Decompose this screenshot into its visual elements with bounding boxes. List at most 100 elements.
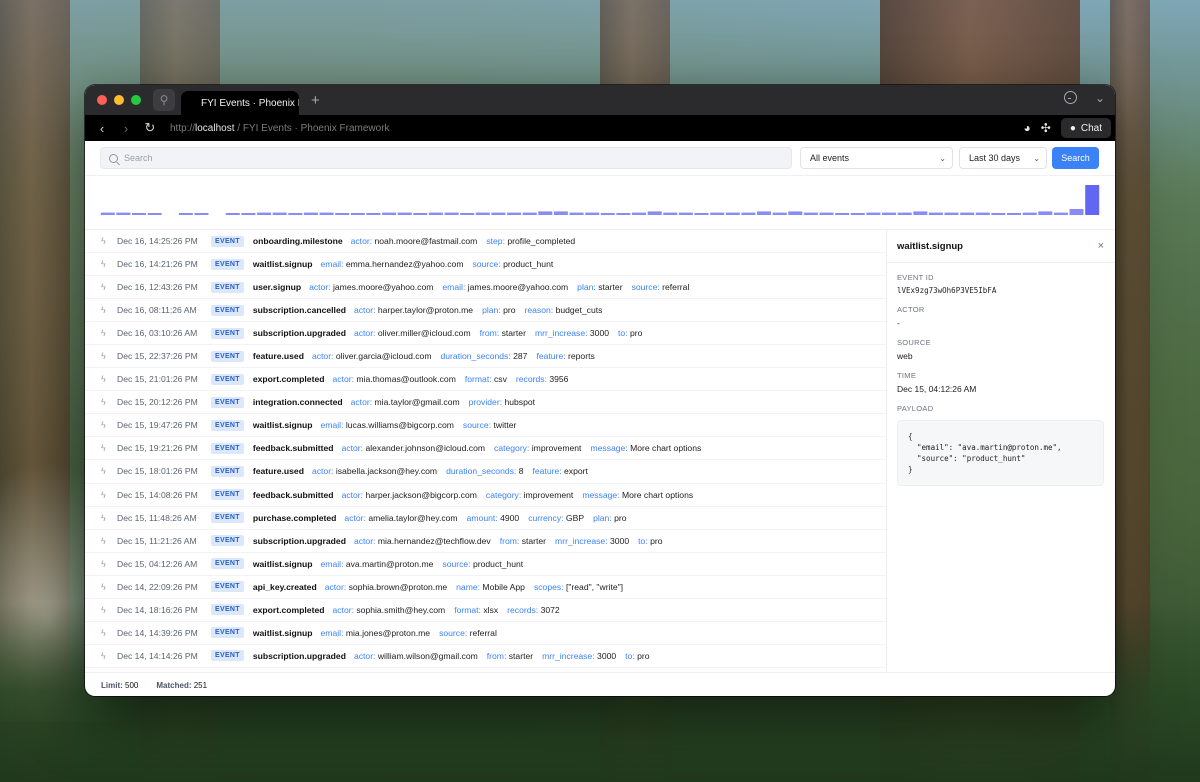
event-row[interactable]: ϟ Dec 15, 14:08:26 PM EVENT feedback.submit… [85,484,886,507]
download-icon[interactable] [1063,91,1077,104]
histogram-bar[interactable] [1085,185,1100,215]
event-row[interactable]: ϟ Dec 15, 11:48:26 AM EVENT purchase.comple… [85,507,886,530]
histogram-bar[interactable] [788,211,803,215]
histogram-bar[interactable] [257,212,272,215]
histogram-bar[interactable] [632,212,646,215]
event-row[interactable]: ϟ Dec 15, 20:12:26 PM EVENT integration.con… [85,391,886,415]
event-row[interactable]: ϟ Dec 15, 11:21:26 AM EVENT subscription.up… [85,530,886,553]
event-row[interactable]: ϟ Dec 16, 14:21:26 PM EVENT waitlist.signup… [85,253,886,277]
histogram-bar[interactable] [663,212,678,215]
histogram-bar[interactable] [866,212,881,215]
event-row[interactable]: ϟ Dec 15, 22:37:26 PM EVENT feature.used act… [85,345,886,369]
event-row[interactable]: ϟ Dec 15, 19:21:26 PM EVENT feedback.submit… [85,437,886,461]
histogram-bar[interactable] [569,212,584,215]
histogram-bar[interactable] [178,213,193,215]
histogram-bar[interactable] [147,213,162,215]
histogram-bar[interactable] [725,212,740,215]
histogram-bar[interactable] [1069,209,1084,215]
event-row[interactable]: ϟ Dec 14, 14:14:26 PM EVENT subscription.up… [85,645,886,668]
histogram-bar[interactable] [616,213,631,215]
histogram-bar[interactable] [100,212,115,215]
histogram-bar[interactable] [491,212,506,215]
event-row[interactable]: ϟ Dec 16, 03:10:26 AM EVENT subscription.up… [85,322,886,346]
histogram-bar[interactable] [819,212,834,215]
histogram-bar[interactable] [475,212,490,215]
histogram-bar[interactable] [1007,213,1021,215]
close-icon[interactable]: × [1098,240,1104,252]
time-range-select[interactable]: Last 30 days ⌄ [959,147,1047,169]
histogram-bar[interactable] [507,212,522,215]
histogram-bar[interactable] [944,212,959,215]
close-window-button[interactable] [97,95,107,105]
event-row[interactable]: ϟ Dec 14, 18:16:26 PM EVENT export.complete… [85,599,886,622]
histogram-bar[interactable] [741,212,756,215]
histogram-bar[interactable] [882,212,896,215]
histogram-bar[interactable] [678,212,693,215]
event-row[interactable]: ϟ Dec 16, 08:11:26 AM EVENT subscription.ca… [85,299,886,323]
histogram-bar[interactable] [366,213,381,215]
reload-icon[interactable]: ↻ [138,120,162,136]
histogram-bar[interactable] [803,212,818,215]
histogram-bar[interactable] [225,213,240,215]
histogram-bar[interactable] [897,212,912,215]
event-row[interactable]: ϟ Dec 15, 04:12:26 AM EVENT waitlist.signup… [85,553,886,576]
histogram-bar[interactable] [413,213,428,215]
histogram-bar[interactable] [710,212,725,215]
histogram-bar[interactable] [522,212,537,215]
forward-icon[interactable]: › [114,121,138,136]
event-row[interactable]: ϟ Dec 14, 22:09:26 PM EVENT api_key.created… [85,576,886,599]
maximize-window-button[interactable] [131,95,141,105]
histogram-bar[interactable] [116,212,131,215]
histogram-bar[interactable] [397,212,412,215]
histogram-bar[interactable] [757,211,771,215]
back-icon[interactable]: ‹ [90,121,114,136]
event-type-select[interactable]: All events ⌄ [800,147,953,169]
histogram-bar[interactable] [350,213,365,215]
histogram-bar[interactable] [272,212,287,215]
chat-button[interactable]: ● Chat [1060,118,1111,138]
histogram-bar[interactable] [460,213,475,215]
histogram-bar[interactable] [647,211,662,215]
new-tab-button[interactable]: + [311,92,320,109]
search-button[interactable]: Search [1052,147,1099,169]
histogram-bar[interactable] [928,212,943,215]
histogram-bar[interactable] [1053,212,1068,215]
browser-tab[interactable]: FYI Events · Phoenix Fr [181,91,299,115]
histogram-bar[interactable] [960,212,975,215]
chevron-down-icon[interactable]: ⌄ [1095,91,1105,105]
histogram-bar[interactable] [288,213,303,215]
histogram-bar[interactable] [428,212,443,215]
event-row[interactable]: ϟ Dec 16, 12:43:26 PM EVENT user.signup acto… [85,276,886,300]
histogram-bar[interactable] [194,213,209,215]
histogram-bar[interactable] [600,213,615,215]
histogram-bar[interactable] [241,213,256,215]
pin-icon[interactable]: ⚲ [153,89,175,111]
histogram-bar[interactable] [444,212,459,215]
histogram-bar[interactable] [975,212,990,215]
event-row[interactable]: ϟ Dec 16, 14:25:26 PM EVENT onboarding.mile… [85,230,886,254]
event-row[interactable]: ϟ Dec 15, 18:01:26 PM EVENT feature.used act… [85,460,886,484]
histogram-bar[interactable] [835,213,850,215]
histogram-bar[interactable] [694,213,709,215]
url-field[interactable]: http://localhost / FYI Events · Phoenix … [170,123,390,134]
histogram-bar[interactable] [335,213,350,215]
histogram-bar[interactable] [1022,212,1037,215]
puzzle-icon[interactable]: ✣ [1041,121,1051,135]
extension-icon[interactable]: ◕ [1024,121,1031,135]
histogram-bar[interactable] [585,212,600,215]
histogram-bar[interactable] [772,212,787,215]
event-row[interactable]: ϟ Dec 15, 21:01:26 PM EVENT export.complete… [85,368,886,392]
histogram-bar[interactable] [1038,211,1053,215]
histogram-bar[interactable] [132,213,146,215]
minimize-window-button[interactable] [114,95,124,105]
event-row[interactable]: ϟ Dec 14, 14:39:26 PM EVENT waitlist.signup… [85,622,886,645]
histogram-bar[interactable] [991,213,1006,215]
histogram-bar[interactable] [538,211,553,215]
histogram-bar[interactable] [553,211,568,215]
histogram-bar[interactable] [319,212,334,215]
search-input[interactable] [124,153,724,163]
histogram-bar[interactable] [913,211,928,215]
histogram-bar[interactable] [850,213,865,215]
histogram-bar[interactable] [382,212,397,215]
histogram-bar[interactable] [303,212,318,215]
